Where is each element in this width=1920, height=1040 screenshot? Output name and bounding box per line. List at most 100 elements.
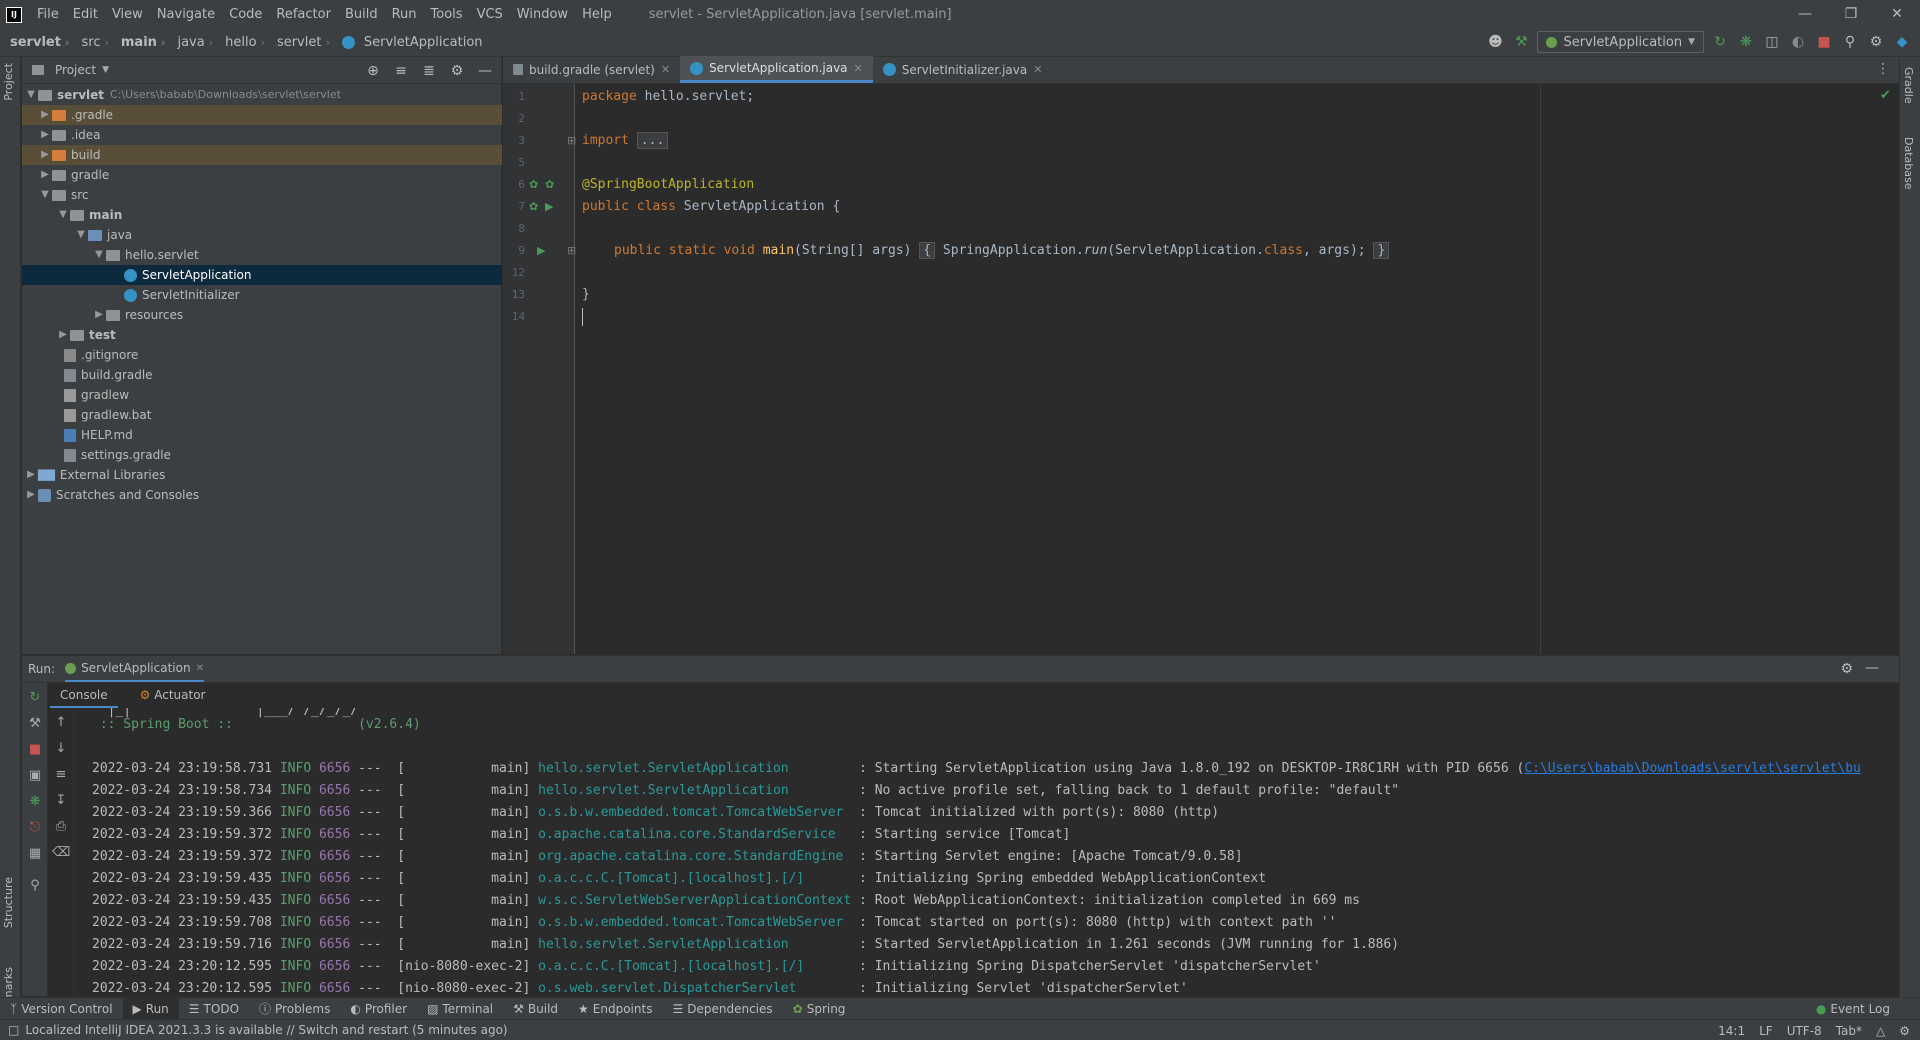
- chevron-right-icon[interactable]: ▶: [38, 105, 52, 125]
- project-panel-title[interactable]: Project: [55, 63, 96, 77]
- hide-icon[interactable]: —: [1865, 660, 1879, 676]
- tree-item-test[interactable]: ▶ test: [22, 325, 502, 345]
- tree-item-external-libraries[interactable]: ▶ ▇▇ External Libraries: [22, 465, 502, 485]
- tree-item-servlet[interactable]: ▼ servlet C:\Users\babab\Downloads\servl…: [22, 85, 502, 105]
- breadcrumb-src[interactable]: src ›: [71, 35, 110, 50]
- tree-item-gradle[interactable]: ▶ gradle: [22, 165, 502, 185]
- stop-icon[interactable]: ■: [26, 741, 44, 759]
- tool-spring[interactable]: ✿ Spring: [783, 998, 856, 1020]
- arrow-down-icon[interactable]: ↓: [52, 740, 70, 758]
- notifications-icon[interactable]: ⚙: [1899, 1024, 1910, 1038]
- side-tab-gradle[interactable]: Gradle: [1902, 67, 1915, 104]
- trash-icon[interactable]: ⌫: [52, 844, 70, 862]
- tree-item-gradlew-bat[interactable]: gradlew.bat: [22, 405, 502, 425]
- tree-item-main[interactable]: ▼ main: [22, 205, 502, 225]
- chevron-right-icon[interactable]: ▶: [24, 465, 38, 485]
- rerun-icon[interactable]: ↻: [26, 689, 44, 707]
- tab-servlet-initializer[interactable]: ServletInitializer.java ✕: [873, 56, 1053, 83]
- close-tab-icon[interactable]: ✕: [854, 62, 863, 75]
- menu-edit[interactable]: Edit: [66, 0, 105, 29]
- collapse-all-icon[interactable]: ≣: [419, 61, 439, 81]
- chevron-down-icon[interactable]: ▼: [24, 85, 38, 105]
- tree-item-src[interactable]: ▼ src: [22, 185, 502, 205]
- tree-item-settings-gradle[interactable]: settings.gradle: [22, 445, 502, 465]
- debug-bug-icon[interactable]: ❋: [26, 793, 44, 811]
- pin-icon[interactable]: ⚲: [26, 877, 44, 895]
- expand-all-icon[interactable]: ≡: [391, 61, 411, 81]
- print-icon[interactable]: ⎙: [52, 818, 70, 836]
- hide-icon[interactable]: —: [475, 61, 495, 81]
- stop-icon[interactable]: ■: [1814, 32, 1834, 52]
- tool-terminal[interactable]: ▨ Terminal: [417, 998, 503, 1020]
- breadcrumb-servlet[interactable]: servlet ›: [0, 35, 71, 50]
- tree-item-help-md[interactable]: HELP.md: [22, 425, 502, 445]
- menu-help[interactable]: Help: [575, 0, 619, 29]
- tree-item-idea[interactable]: ▶ .idea: [22, 125, 502, 145]
- breadcrumb-servlet-application[interactable]: ServletApplication: [332, 35, 485, 50]
- menu-vcs[interactable]: VCS: [470, 0, 510, 29]
- tool-build[interactable]: ⚒ Build: [503, 998, 568, 1020]
- rerun-icon[interactable]: ↻: [1710, 32, 1730, 52]
- folded-imports[interactable]: ...: [636, 132, 669, 149]
- more-options-icon[interactable]: ⋮: [1876, 61, 1890, 77]
- chevron-right-icon[interactable]: ▶: [92, 305, 106, 325]
- tool-run[interactable]: ▶ Run: [122, 997, 179, 1020]
- run-gutter-icon[interactable]: ▶: [537, 244, 545, 257]
- chevron-right-icon[interactable]: ▶: [56, 325, 70, 345]
- exit-icon[interactable]: ⎋: [26, 819, 44, 837]
- fold-icon[interactable]: ⊞: [567, 134, 576, 147]
- tree-item-gradlew[interactable]: gradlew: [22, 385, 502, 405]
- chevron-down-icon[interactable]: ▼: [102, 65, 109, 75]
- log-link[interactable]: C:\Users\babab\Downloads\servlet\servlet…: [1524, 761, 1861, 776]
- line-separator[interactable]: LF: [1759, 1024, 1773, 1038]
- close-icon[interactable]: ✕: [1874, 0, 1920, 29]
- menu-view[interactable]: View: [105, 0, 150, 29]
- search-icon[interactable]: ⚲: [1840, 32, 1860, 52]
- run-gutter-icon[interactable]: ▶: [545, 200, 553, 213]
- tree-item-servlet-initializer[interactable]: ServletInitializer: [22, 285, 502, 305]
- scroll-to-end-icon[interactable]: ↧: [52, 792, 70, 810]
- chevron-right-icon[interactable]: ▶: [38, 145, 52, 165]
- user-icon[interactable]: ☻: [1485, 32, 1505, 52]
- indent-setting[interactable]: Tab*: [1836, 1024, 1862, 1038]
- spring-bean-icon[interactable]: ✿: [529, 178, 538, 191]
- subtab-console[interactable]: Console: [50, 683, 118, 708]
- coverage-icon[interactable]: ◫: [1762, 32, 1782, 52]
- arrow-up-icon[interactable]: ↑: [52, 714, 70, 732]
- tree-item-build-gradle[interactable]: build.gradle: [22, 365, 502, 385]
- run-tab-servlet-application[interactable]: ServletApplication ✕: [65, 657, 204, 682]
- menu-code[interactable]: Code: [222, 0, 269, 29]
- tree-item-resources[interactable]: ▶ resources: [22, 305, 502, 325]
- chevron-right-icon[interactable]: ▶: [38, 125, 52, 145]
- tree-item-gitignore[interactable]: .gitignore: [22, 345, 502, 365]
- close-tab-icon[interactable]: ✕: [196, 663, 204, 674]
- profile-icon[interactable]: ◐: [1788, 32, 1808, 52]
- close-tab-icon[interactable]: ✕: [1033, 63, 1042, 76]
- tree-item-java[interactable]: ▼ java: [22, 225, 502, 245]
- subtab-actuator[interactable]: ⚙ Actuator: [130, 683, 216, 708]
- tree-item-hello-servlet[interactable]: ▼ hello.servlet: [22, 245, 502, 265]
- run-configuration-selector[interactable]: ServletApplication ▼: [1537, 31, 1704, 53]
- chevron-down-icon[interactable]: ▼: [92, 245, 106, 265]
- breadcrumb-servlet-pkg[interactable]: servlet ›: [267, 35, 332, 50]
- file-encoding[interactable]: UTF-8: [1787, 1024, 1822, 1038]
- build-hammer-icon[interactable]: ⚒: [1511, 32, 1531, 52]
- menu-run[interactable]: Run: [385, 0, 424, 29]
- locate-icon[interactable]: ⊕: [363, 61, 383, 81]
- tool-version-control[interactable]: ᛉ Version Control: [0, 998, 123, 1020]
- breadcrumb-main[interactable]: main ›: [111, 35, 168, 50]
- chevron-down-icon[interactable]: ▼: [56, 205, 70, 225]
- gear-icon[interactable]: ⚙: [447, 61, 467, 81]
- camera-icon[interactable]: ▣: [26, 767, 44, 785]
- minimize-icon[interactable]: —: [1782, 0, 1828, 29]
- tool-todo[interactable]: ☰ TODO: [179, 998, 249, 1020]
- breadcrumb-hello[interactable]: hello ›: [215, 35, 267, 50]
- chevron-down-icon[interactable]: ▼: [74, 225, 88, 245]
- tab-build-gradle[interactable]: build.gradle (servlet) ✕: [503, 56, 680, 83]
- debug-bug-icon[interactable]: ❋: [1736, 32, 1756, 52]
- chevron-right-icon[interactable]: ▶: [38, 165, 52, 185]
- tool-dependencies[interactable]: ☰ Dependencies: [662, 998, 782, 1020]
- caret-position[interactable]: 14:1: [1718, 1024, 1745, 1038]
- spring-boot-icon[interactable]: ✿: [545, 178, 554, 191]
- tab-servlet-application[interactable]: ServletApplication.java ✕: [680, 56, 873, 83]
